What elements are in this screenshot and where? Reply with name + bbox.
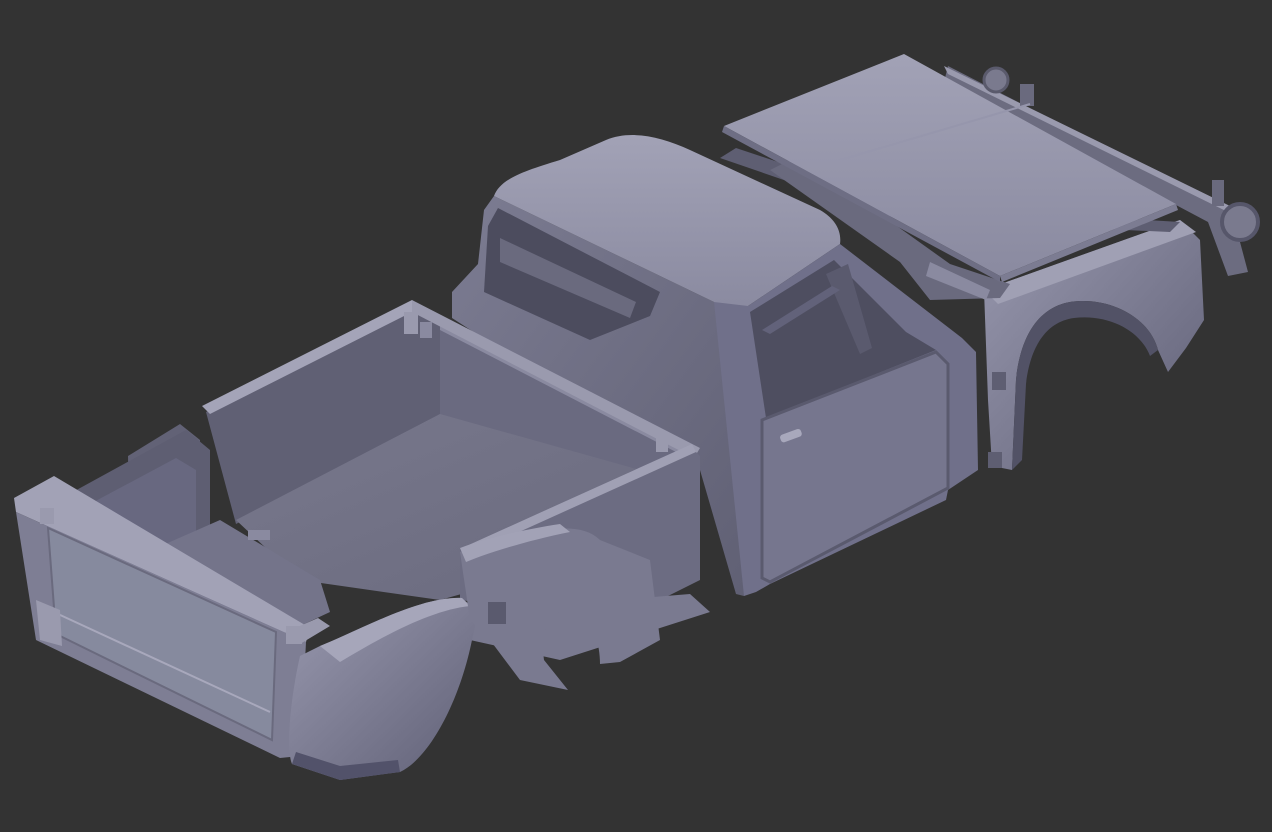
3d-viewport[interactable]: [0, 0, 1272, 832]
truck-model-render: [14, 54, 1260, 780]
